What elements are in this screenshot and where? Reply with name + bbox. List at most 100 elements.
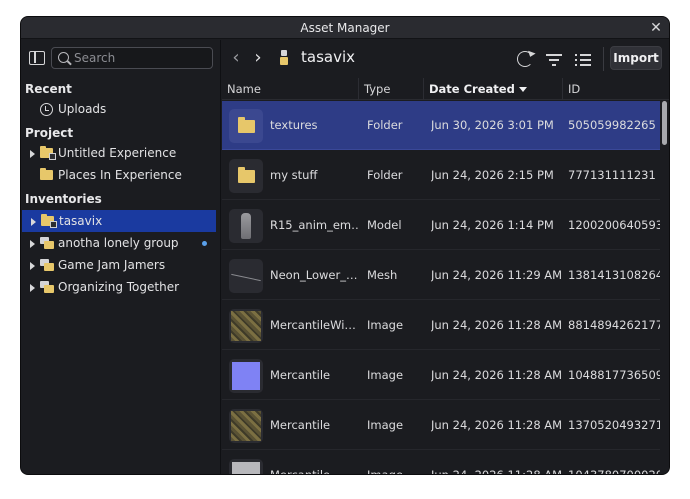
- asset-date: Jun 24, 2026 11:29 AM: [431, 268, 561, 282]
- sidebar-item-label: tasavix: [59, 214, 103, 228]
- main-toolbar: ‹ › tasavix Import: [222, 40, 669, 78]
- column-headers: Name Type Date Created ID: [222, 78, 669, 100]
- scrollbar[interactable]: [662, 101, 667, 474]
- search-input[interactable]: [74, 50, 208, 66]
- folder-thumbnail-icon: [229, 109, 263, 143]
- user-folder-icon: [41, 214, 57, 228]
- search-icon: [58, 52, 69, 63]
- section-inventories-title: Inventories: [25, 192, 102, 206]
- sidebar-item-label: Game Jam Jamers: [58, 258, 166, 272]
- asset-type: Folder: [367, 168, 403, 182]
- asset-id: 138141310826420: [568, 268, 660, 282]
- image-thumbnail-icon: [229, 409, 263, 443]
- asset-name: Neon_Lower_…: [270, 268, 358, 282]
- asset-name: MercantileWi…: [270, 318, 356, 332]
- asset-type: Image: [367, 418, 404, 432]
- asset-id: 104378070002001: [568, 451, 660, 474]
- sidebar-item-places-in-experience[interactable]: Places In Experience: [21, 164, 217, 186]
- column-header-type[interactable]: Type: [359, 78, 424, 100]
- asset-name: Mercantile: [270, 418, 331, 432]
- sidebar-item-label: Organizing Together: [58, 280, 180, 294]
- asset-list: textures Folder Jun 30, 2026 3:01 PM 505…: [222, 101, 669, 474]
- image-thumbnail-icon: [229, 359, 263, 393]
- table-row[interactable]: Mercantile Image Jun 24, 2026 11:28 AM 1…: [222, 451, 660, 474]
- column-header-label: Date Created: [429, 82, 515, 96]
- asset-name: my stuff: [270, 168, 318, 182]
- column-header-name[interactable]: Name: [222, 78, 359, 100]
- table-row[interactable]: Mercantile Image Jun 24, 2026 11:28 AM 1…: [222, 401, 660, 450]
- table-row[interactable]: Neon_Lower_… Mesh Jun 24, 2026 11:29 AM …: [222, 251, 660, 300]
- refresh-icon[interactable]: [517, 51, 533, 67]
- table-row[interactable]: R15_anim_em… Model Jun 24, 2026 1:14 PM …: [222, 201, 660, 250]
- table-row[interactable]: Mercantile Image Jun 24, 2026 11:28 AM 1…: [222, 351, 660, 400]
- asset-name: Mercantile: [270, 368, 331, 382]
- breadcrumb-title: tasavix: [301, 48, 356, 66]
- expand-caret-icon[interactable]: [31, 218, 36, 226]
- asset-name: Mercantile: [270, 451, 358, 474]
- asset-id: 88148942621778: [568, 318, 660, 332]
- mesh-thumbnail-icon: [229, 259, 263, 293]
- asset-type: Image: [367, 318, 404, 332]
- user-folder-icon: [277, 50, 291, 68]
- asset-type: Image: [367, 451, 425, 474]
- title-bar: Asset Manager ✕: [21, 17, 669, 39]
- sidebar-item-label: anotha lonely group: [58, 236, 179, 250]
- sidebar-item-untitled-experience[interactable]: Untitled Experience: [21, 142, 217, 164]
- main-panel: ‹ › tasavix Import Name Type Date Create…: [222, 40, 669, 474]
- sidebar-item-label: Uploads: [58, 102, 107, 116]
- column-header-id[interactable]: ID: [563, 78, 669, 100]
- asset-manager-window: Asset Manager ✕ Recent Uploads Project U…: [21, 17, 669, 474]
- column-header-date-created[interactable]: Date Created: [424, 78, 563, 100]
- expand-caret-icon[interactable]: [30, 240, 35, 248]
- expand-caret-icon[interactable]: [30, 284, 35, 292]
- chevron-left-icon[interactable]: ‹: [229, 49, 243, 67]
- sidebar-item-anotha-lonely-group[interactable]: anotha lonely group: [21, 232, 217, 254]
- toolbar-divider: [603, 47, 604, 71]
- chevron-right-icon[interactable]: ›: [251, 49, 265, 67]
- asset-name: R15_anim_em…: [270, 218, 358, 232]
- table-row[interactable]: my stuff Folder Jun 24, 2026 2:15 PM 777…: [222, 151, 660, 200]
- asset-type: Model: [367, 218, 402, 232]
- asset-type: Mesh: [367, 268, 398, 282]
- sidebar-item-game-jam-jamers[interactable]: Game Jam Jamers: [21, 254, 217, 276]
- asset-date: Jun 24, 2026 2:15 PM: [431, 168, 554, 182]
- list-view-icon[interactable]: [575, 51, 591, 67]
- group-icon: [40, 237, 54, 249]
- asset-id: 137052049327176: [568, 418, 660, 432]
- expand-caret-icon[interactable]: [30, 150, 35, 158]
- asset-date: Jun 24, 2026 1:14 PM: [431, 218, 554, 232]
- sidebar: Recent Uploads Project Untitled Experien…: [21, 40, 221, 474]
- asset-date: Jun 30, 2026 3:01 PM: [431, 118, 554, 132]
- sidebar-item-tasavix[interactable]: tasavix: [22, 210, 216, 232]
- image-thumbnail-icon: [229, 309, 263, 343]
- asset-date: Jun 24, 2026 11:28 AM: [431, 418, 561, 432]
- asset-date: Jun 24, 2026 11:28 AM: [431, 451, 561, 474]
- window-title: Asset Manager: [300, 21, 390, 35]
- sidebar-toolbar: [21, 40, 221, 76]
- asset-id: 505059982265: [568, 118, 656, 132]
- expand-caret-icon[interactable]: [30, 262, 35, 270]
- search-box[interactable]: [51, 47, 213, 69]
- import-button[interactable]: Import: [610, 46, 662, 70]
- asset-type: Image: [367, 368, 404, 382]
- group-icon: [40, 281, 54, 293]
- sidebar-toggle-icon[interactable]: [29, 51, 45, 65]
- notification-dot: [202, 241, 207, 246]
- asset-name: textures: [270, 118, 318, 132]
- close-icon[interactable]: ✕: [649, 21, 663, 35]
- filter-icon[interactable]: [546, 51, 562, 67]
- history-icon: [40, 103, 53, 116]
- table-row[interactable]: MercantileWi… Image Jun 24, 2026 11:28 A…: [222, 301, 660, 350]
- sidebar-item-label: Untitled Experience: [58, 146, 177, 160]
- scrollbar-thumb[interactable]: [662, 101, 667, 145]
- sidebar-item-organizing-together[interactable]: Organizing Together: [21, 276, 217, 298]
- table-row[interactable]: textures Folder Jun 30, 2026 3:01 PM 505…: [222, 101, 660, 150]
- group-icon: [40, 259, 54, 271]
- sidebar-item-uploads[interactable]: Uploads: [21, 98, 217, 120]
- asset-id: 104881773650999: [568, 368, 660, 382]
- section-recent-title: Recent: [25, 82, 72, 96]
- asset-id: 777131111231: [568, 168, 656, 182]
- folder-stack-icon: [40, 146, 56, 160]
- asset-date: Jun 24, 2026 11:28 AM: [431, 318, 561, 332]
- folder-thumbnail-icon: [229, 159, 263, 193]
